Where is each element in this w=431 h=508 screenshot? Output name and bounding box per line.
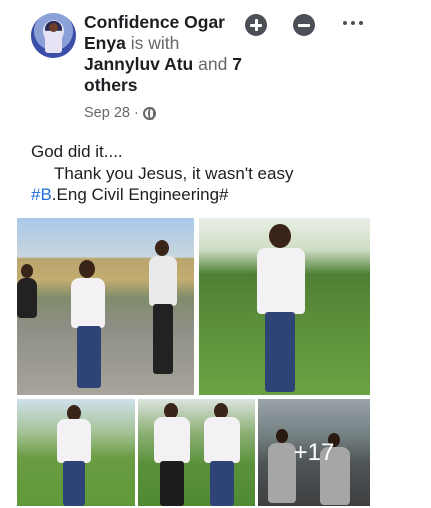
photo-person-jeans (63, 461, 85, 506)
post-body: God did it.... Thank you Jesus, it wasn'… (31, 141, 391, 206)
more-dot (359, 21, 363, 25)
photo-person-shirt (57, 419, 91, 463)
with-text: is with (130, 33, 180, 53)
photo-person-head (79, 260, 95, 278)
post-text-line-3-rest: .Eng Civil Engineering# (51, 185, 229, 204)
post-header: Confidence Ogar Enya is with Jannyluv At… (31, 12, 411, 124)
minus-circle-icon[interactable] (293, 14, 315, 36)
tagged-friend-name[interactable]: Jannyluv Atu (84, 54, 193, 74)
photo-person-shirt (17, 278, 37, 318)
more-dot (343, 21, 347, 25)
more-dots-icon[interactable] (343, 19, 363, 27)
photo-person-jeans (160, 461, 184, 506)
post-meta: Sep 28 · (84, 105, 156, 121)
photo-1[interactable] (17, 218, 194, 395)
photo-person-shirt (149, 256, 177, 306)
photo-2[interactable] (199, 218, 370, 395)
photo-person-shirt (257, 248, 305, 314)
author-line: Confidence Ogar Enya is with Jannyluv At… (84, 12, 244, 96)
photo-person-jeans (210, 461, 234, 506)
plus-circle-icon[interactable] (245, 14, 267, 36)
and-text: and (198, 54, 228, 74)
avatar-face (49, 23, 58, 32)
photo-person-jeans (265, 312, 295, 392)
globe-icon (142, 106, 156, 120)
photo-person-shirt (154, 417, 190, 463)
more-photos-count: +17 (293, 438, 335, 466)
photo-person-shirt (71, 278, 105, 328)
photo-4[interactable] (138, 399, 255, 506)
plus-vertical (254, 19, 258, 31)
more-dot (351, 21, 355, 25)
post-text-line-2: Thank you Jesus, it wasn't easy (54, 163, 294, 183)
photo-5-more[interactable]: +17 (258, 399, 370, 506)
photo-person-jeans (153, 304, 173, 374)
photo-person-head (155, 240, 169, 256)
more-photos-overlay[interactable]: +17 (258, 399, 370, 506)
photo-person-head (21, 264, 33, 278)
post-date[interactable]: Sep 28 (84, 105, 130, 121)
minus-bar (298, 23, 310, 27)
post-text-line-3: #B.Eng Civil Engineering# (31, 184, 391, 206)
post-text-line-1: God did it.... (31, 142, 123, 161)
author-avatar[interactable] (31, 13, 76, 58)
photo-3[interactable] (17, 399, 135, 506)
photo-person-head (269, 224, 291, 248)
photo-person-shirt (204, 417, 240, 463)
hashtag-link[interactable]: #B (31, 185, 52, 204)
photo-grid: +17 (17, 218, 370, 506)
photo-person-jeans (77, 326, 101, 388)
meta-separator: · (133, 105, 139, 121)
